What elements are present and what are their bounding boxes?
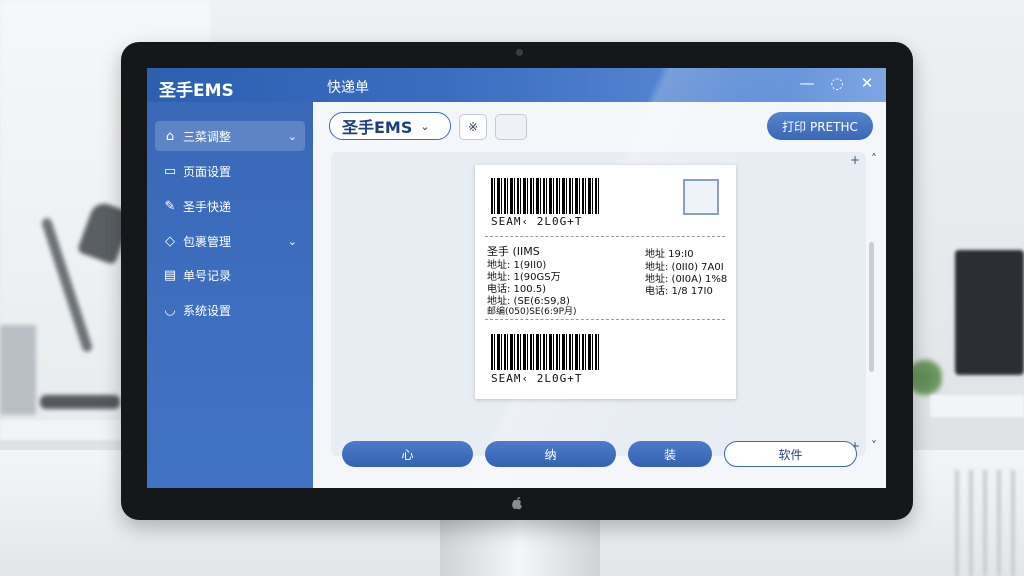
- monitor-stand: [440, 515, 600, 576]
- background-plant: [908, 355, 942, 400]
- app-title: 圣手EMS: [159, 81, 234, 101]
- scrollbar-thumb[interactable]: [869, 242, 874, 372]
- chevron-down-icon: ⌄: [287, 129, 297, 143]
- tool-button-scan[interactable]: ※: [459, 114, 487, 140]
- title-bar: 圣手EMS 快递单 — ◌ ✕: [147, 68, 886, 102]
- sidebar-item-settings[interactable]: ◡ 系统设置: [155, 295, 305, 325]
- apple-logo-icon: [512, 497, 522, 510]
- barcode-bottom: [491, 334, 601, 370]
- minimize-icon[interactable]: —: [798, 74, 816, 92]
- action-button-4[interactable]: 软件: [724, 441, 857, 467]
- window-controls: — ◌ ✕: [798, 74, 876, 92]
- window-title: 快递单: [327, 80, 369, 96]
- background-monitor: [955, 250, 1024, 375]
- sidebar-item-label: 圣手快递: [183, 199, 232, 214]
- background-speaker: [0, 325, 36, 415]
- chevron-down-icon: ⌄: [287, 234, 297, 248]
- barcode-top: [491, 178, 601, 214]
- sidebar-item-label: 包裹管理: [183, 234, 232, 249]
- sidebar-item-label: 系统设置: [183, 303, 232, 318]
- webcam-icon: [516, 49, 523, 56]
- sidebar-item-label: 三菜调整: [183, 129, 232, 144]
- sidebar-item-page-setup[interactable]: ▭ 页面设置: [155, 156, 305, 186]
- background-lamp-base: [40, 395, 120, 409]
- list-icon: ▤: [163, 267, 177, 283]
- sidebar-item-adjust[interactable]: ⌂ 三菜调整 ⌄: [155, 121, 305, 151]
- shipping-label: SEAM‹ 2L0G+T 圣手 (IIMS 地址: 1(9II0) 地址: 1(…: [475, 165, 736, 399]
- sidebar: ⌂ 三菜调整 ⌄ ▭ 页面设置 ✎ 圣手快递 ◇ 包裹管理 ⌄ ▤ 单号记录 ◡…: [147, 102, 313, 488]
- sidebar-item-records[interactable]: ▤ 单号记录: [155, 260, 305, 290]
- divider: [485, 319, 725, 320]
- scan-icon: ※: [467, 120, 479, 134]
- background-chair-legs: [955, 470, 1015, 576]
- recipient-line: 电话: 1/8 17I0: [645, 286, 713, 297]
- package-icon: ◇: [165, 233, 175, 249]
- sidebar-item-label: 单号记录: [183, 268, 232, 283]
- qr-code-placeholder: [683, 179, 719, 215]
- plus-icon[interactable]: +: [849, 154, 861, 166]
- document-icon: ▭: [163, 163, 177, 179]
- carrier-select-value: 圣手EMS: [342, 118, 413, 137]
- chevron-down-icon: ⌄: [420, 119, 430, 133]
- tool-button-blank[interactable]: [495, 114, 527, 140]
- restore-icon[interactable]: ◌: [828, 74, 846, 92]
- edit-icon: ✎: [164, 198, 176, 214]
- close-icon[interactable]: ✕: [858, 74, 876, 92]
- sidebar-item-label: 页面设置: [183, 164, 232, 179]
- sender-line: 邮编(050)SE(6:9P月): [487, 307, 577, 317]
- home-icon: ⌂: [165, 128, 175, 144]
- background-shelf-right: [930, 395, 1024, 417]
- chevron-down-icon[interactable]: ˅: [868, 440, 880, 452]
- action-button-3[interactable]: 装: [628, 441, 712, 467]
- barcode-bottom-text: SEAM‹ 2L0G+T: [491, 372, 583, 385]
- sidebar-item-express[interactable]: ✎ 圣手快递: [155, 191, 305, 221]
- print-button[interactable]: 打印 PRETHC: [767, 112, 873, 140]
- barcode-top-text: SEAM‹ 2L0G+T: [491, 215, 583, 228]
- shield-icon: ◡: [164, 302, 176, 318]
- action-button-1[interactable]: 心: [342, 441, 473, 467]
- action-button-2[interactable]: 纳: [485, 441, 616, 467]
- carrier-select[interactable]: 圣手EMS ⌄: [329, 112, 451, 140]
- background-shelf: [0, 420, 122, 440]
- sidebar-item-packages[interactable]: ◇ 包裹管理 ⌄: [155, 226, 305, 256]
- divider: [485, 236, 725, 237]
- chevron-up-icon[interactable]: ˄: [868, 153, 880, 165]
